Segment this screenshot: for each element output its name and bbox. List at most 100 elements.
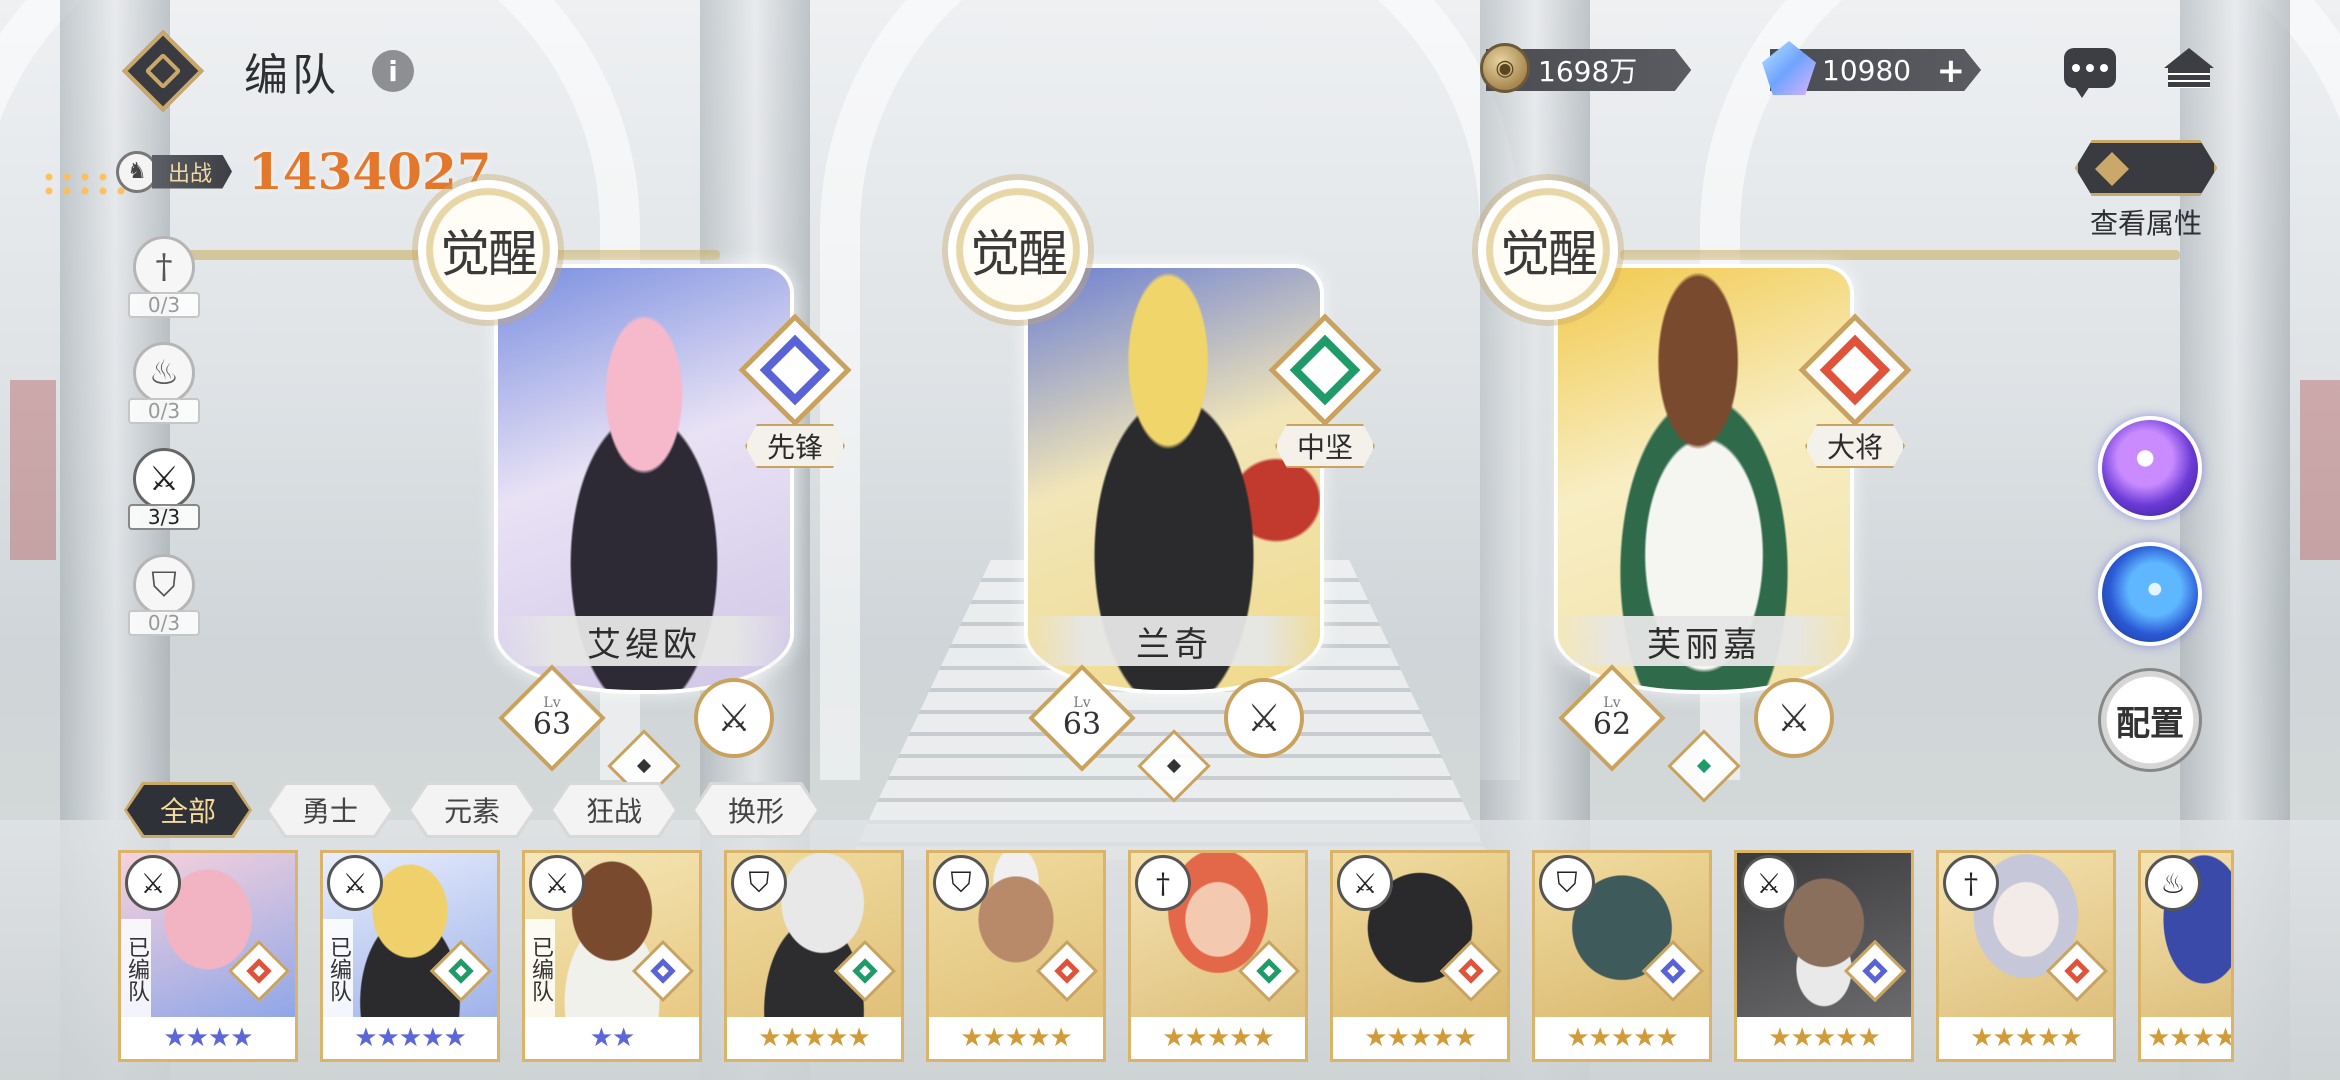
team-slot-vanguard[interactable]: 艾缇欧 觉醒 先锋 Lv 63 ⚔ <box>418 180 852 803</box>
gold-coin-icon: ◉ <box>1480 43 1530 93</box>
class-filter-axe[interactable]: ⚔ 3/3 <box>128 448 200 554</box>
add-gems-button[interactable]: + <box>1937 51 1966 91</box>
level-value: 63 <box>1062 707 1102 742</box>
role-emblem-icon <box>738 313 852 427</box>
star-rating: ★★★★★ <box>929 1017 1103 1059</box>
class-filter-column: † 0/3 ♨ 0/3 ⚔ 3/3 ⛉ 0/3 <box>128 236 200 660</box>
hero-name: 芙丽嘉 <box>1554 616 1854 666</box>
star-rating: ★★★★★ <box>1535 1017 1709 1059</box>
roster-hero-card[interactable]: † ★★★★★ <box>1128 850 1308 1062</box>
flame-icon: ♨ <box>2145 855 2201 911</box>
back-button[interactable] <box>118 26 208 116</box>
back-arrow-icon <box>121 29 205 113</box>
assigned-label: 已编队 <box>525 919 555 1019</box>
tab-label: 勇士 <box>269 785 391 835</box>
class-filter-shield[interactable]: ⛉ 0/3 <box>128 554 200 660</box>
star-rating: ★★★★★ <box>1737 1017 1911 1059</box>
tab-all[interactable]: 全部 <box>124 782 252 838</box>
hero-roster: ⚔ 已编队 ★★★★ ⚔ 已编队 ★★★★★ ⚔ 已编队 ★★ ⛉ ★★★★★ … <box>118 850 2236 1064</box>
roster-hero-card[interactable]: ⛉ ★★★★★ <box>926 850 1106 1062</box>
star-rating: ★★★★★ <box>1939 1017 2113 1059</box>
role-emblem-icon <box>1268 313 1382 427</box>
roster-hero-card[interactable]: † ★★★★★ <box>1936 850 2116 1062</box>
chat-icon[interactable] <box>2064 48 2116 98</box>
role-badge: 中坚 <box>1268 313 1382 468</box>
team-power: ♞ 出战 1434027 <box>116 142 492 201</box>
background-banner <box>2300 380 2340 560</box>
flame-icon: ♨ <box>133 342 195 404</box>
shield-icon: ⛉ <box>731 855 787 911</box>
tab-label: 元素 <box>411 785 533 835</box>
role-emblem-icon <box>1798 313 1912 427</box>
roster-hero-card[interactable]: ⛉ ★★★★★ <box>724 850 904 1062</box>
roster-hero-card[interactable]: ⚔ ★★★★★ <box>1330 850 1510 1062</box>
team-slot-general[interactable]: 芙丽嘉 觉醒 大将 Lv 62 ⚔ <box>1478 180 1912 803</box>
knight-helmet-icon: ♞ <box>116 150 158 193</box>
axe-icon: ⚔ <box>1754 678 1834 758</box>
header: 编队 i <box>118 26 414 116</box>
tab-elemental[interactable]: 元素 <box>408 782 536 838</box>
sword-icon: † <box>1943 855 1999 911</box>
star-rating: ★★ <box>525 1017 699 1059</box>
star-rating: ★★★★★ <box>2141 1017 2231 1059</box>
level-value: 62 <box>1592 707 1632 742</box>
axe-icon: ⚔ <box>1741 855 1797 911</box>
class-filter-sword[interactable]: † 0/3 <box>128 236 200 342</box>
star-rating: ★★★★★ <box>1333 1017 1507 1059</box>
star-rating: ★★★★★ <box>1131 1017 1305 1059</box>
awakened-badge: 觉醒 <box>418 180 558 320</box>
role-label: 大将 <box>1805 424 1905 468</box>
role-label: 中坚 <box>1275 424 1375 468</box>
home-icon[interactable] <box>2164 48 2214 90</box>
tab-shapeshifter[interactable]: 换形 <box>692 782 820 838</box>
roster-hero-card[interactable]: ♨ ★★★★★ <box>2138 850 2234 1062</box>
role-badge: 大将 <box>1798 313 1912 468</box>
axe-icon: ⚔ <box>327 855 383 911</box>
roster-hero-card[interactable]: ⚔ 已编队 ★★★★★ <box>320 850 500 1062</box>
awakened-label: 觉醒 <box>970 225 1068 283</box>
assigned-label: 已编队 <box>323 919 353 1019</box>
class-count: 0/3 <box>128 398 200 424</box>
awakened-badge: 觉醒 <box>1478 180 1618 320</box>
team-skill-2-button[interactable] <box>2098 542 2202 646</box>
shield-icon: ⛉ <box>133 554 195 616</box>
gem-currency: 10980 + <box>1762 41 1982 95</box>
class-filter-flame[interactable]: ♨ 0/3 <box>128 342 200 448</box>
config-button[interactable]: 配置 <box>2098 668 2202 772</box>
class-count: 3/3 <box>128 504 200 530</box>
assigned-label: 已编队 <box>121 919 151 1019</box>
page-title: 编队 <box>244 50 340 101</box>
shield-icon: ⛉ <box>933 855 989 911</box>
roster-hero-card[interactable]: ⛉ ★★★★★ <box>1532 850 1712 1062</box>
roster-hero-card[interactable]: ⚔ 已编队 ★★ <box>522 850 702 1062</box>
axe-icon: ⚔ <box>694 678 774 758</box>
role-label: 先锋 <box>745 424 845 468</box>
star-rating: ★★★★ <box>121 1017 295 1059</box>
power-label: 出战 <box>152 154 233 189</box>
awakened-badge: 觉醒 <box>948 180 1088 320</box>
tab-label: 狂战 <box>553 785 675 835</box>
role-badge: 先锋 <box>738 313 852 468</box>
class-count: 0/3 <box>128 610 200 636</box>
shield-icon: ⛉ <box>1539 855 1595 911</box>
awakened-label: 觉醒 <box>1500 225 1598 283</box>
axe-icon: ⚔ <box>133 448 195 510</box>
team-slot-midfield[interactable]: 兰奇 觉醒 中坚 Lv 63 ⚔ <box>948 180 1382 803</box>
class-count: 0/3 <box>128 292 200 318</box>
axe-icon: ⚔ <box>1337 855 1393 911</box>
roster-hero-card[interactable]: ⚔ 已编队 ★★★★ <box>118 850 298 1062</box>
tab-label: 换形 <box>695 785 817 835</box>
axe-icon: ⚔ <box>1224 678 1304 758</box>
tab-berserker[interactable]: 狂战 <box>550 782 678 838</box>
roster-hero-card[interactable]: ⚔ ★★★★★ <box>1734 850 1914 1062</box>
team-skill-1-button[interactable] <box>2098 416 2202 520</box>
view-attributes-button[interactable]: 查看属性 <box>2074 140 2218 240</box>
info-icon[interactable]: i <box>372 50 414 92</box>
axe-icon: ⚔ <box>125 855 181 911</box>
sword-icon: † <box>1135 855 1191 911</box>
background-banner <box>10 380 56 560</box>
level-value: 63 <box>532 707 572 742</box>
tab-warrior[interactable]: 勇士 <box>266 782 394 838</box>
awakened-label: 觉醒 <box>440 225 538 283</box>
sword-icon: † <box>133 236 195 298</box>
